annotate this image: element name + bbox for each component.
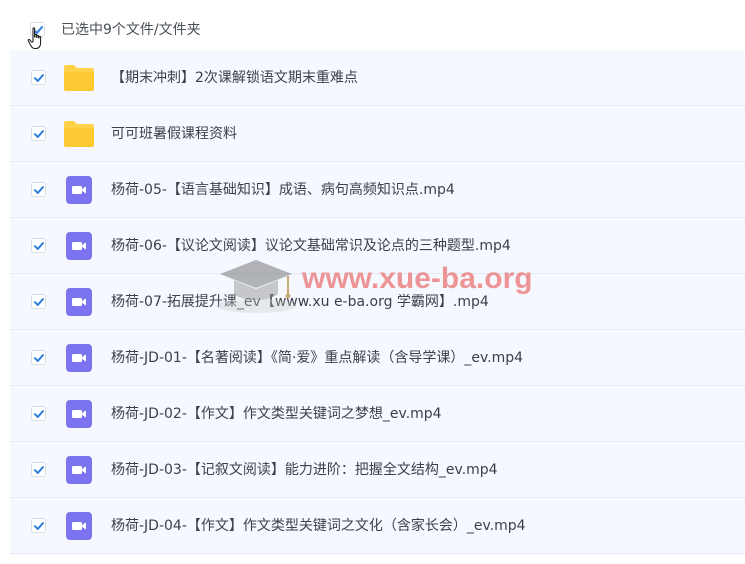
file-name: 【期末冲刺】2次课解锁语文期末重难点 xyxy=(111,70,358,86)
item-checkbox[interactable] xyxy=(31,238,46,253)
checkmark-icon xyxy=(34,466,44,474)
video-file-icon xyxy=(66,344,92,372)
item-checkbox[interactable] xyxy=(31,182,46,197)
checkmark-icon xyxy=(34,410,44,418)
checkmark-icon xyxy=(34,522,44,530)
checkmark-icon xyxy=(34,130,44,138)
checkmark-icon xyxy=(34,74,44,82)
file-name: 杨荷-JD-02-【作文】作文类型关键词之梦想_ev.mp4 xyxy=(111,406,442,422)
file-name: 杨荷-JD-04-【作文】作文类型关键词之文化（含家长会）_ev.mp4 xyxy=(111,518,526,534)
video-file-icon xyxy=(66,232,92,260)
folder-icon xyxy=(64,65,94,91)
list-item[interactable]: 杨荷-07-拓展提升课_ev【www.xu e-ba.org 学霸网】.mp4 xyxy=(10,274,745,330)
video-file-icon xyxy=(66,400,92,428)
file-name: 可可班暑假课程资料 xyxy=(111,126,237,142)
video-file-icon xyxy=(66,176,92,204)
video-file-icon xyxy=(66,512,92,540)
list-item[interactable]: 杨荷-JD-02-【作文】作文类型关键词之梦想_ev.mp4 xyxy=(10,386,745,442)
file-name: 杨荷-JD-01-【名著阅读】《简·爱》重点解读（含导学课）_ev.mp4 xyxy=(111,350,524,366)
checkmark-icon xyxy=(34,354,44,362)
file-name: 杨荷-06-【议论文阅读】议论文基础常识及论点的三种题型.mp4 xyxy=(111,238,511,254)
item-checkbox[interactable] xyxy=(31,126,46,141)
file-name: 杨荷-07-拓展提升课_ev【www.xu e-ba.org 学霸网】.mp4 xyxy=(111,294,489,310)
selection-header: 已选中9个文件/文件夹 xyxy=(0,0,745,50)
item-checkbox[interactable] xyxy=(31,462,46,477)
item-checkbox[interactable] xyxy=(31,350,46,365)
checkmark-icon xyxy=(34,186,44,194)
item-checkbox[interactable] xyxy=(31,406,46,421)
checkmark-icon xyxy=(34,298,44,306)
list-item[interactable]: 杨荷-JD-01-【名著阅读】《简·爱》重点解读（含导学课）_ev.mp4 xyxy=(10,330,745,386)
hand-cursor-icon xyxy=(27,27,42,50)
selected-count-text: 已选中9个文件/文件夹 xyxy=(61,22,201,38)
item-checkbox[interactable] xyxy=(31,294,46,309)
list-item[interactable]: 杨荷-JD-03-【记叙文阅读】能力进阶：把握全文结构_ev.mp4 xyxy=(10,442,745,498)
file-name: 杨荷-05-【语言基础知识】成语、病句高频知识点.mp4 xyxy=(111,182,455,198)
item-checkbox[interactable] xyxy=(31,70,46,85)
list-item[interactable]: 可可班暑假课程资料 xyxy=(10,106,745,162)
file-list: 【期末冲刺】2次课解锁语文期末重难点 可可班暑假课程资料 杨荷-05-【语言基础… xyxy=(10,50,745,554)
file-name: 杨荷-JD-03-【记叙文阅读】能力进阶：把握全文结构_ev.mp4 xyxy=(111,462,498,478)
checkmark-icon xyxy=(34,242,44,250)
list-item[interactable]: 杨荷-06-【议论文阅读】议论文基础常识及论点的三种题型.mp4 xyxy=(10,218,745,274)
list-item[interactable]: 【期末冲刺】2次课解锁语文期末重难点 xyxy=(10,50,745,106)
video-file-icon xyxy=(66,288,92,316)
item-checkbox[interactable] xyxy=(31,518,46,533)
list-item[interactable]: 杨荷-JD-04-【作文】作文类型关键词之文化（含家长会）_ev.mp4 xyxy=(10,498,745,554)
video-file-icon xyxy=(66,456,92,484)
folder-icon xyxy=(64,121,94,147)
file-list-screen: 已选中9个文件/文件夹 【期末冲刺】2次课解锁语文期末重难点 可可班暑假课程资料… xyxy=(0,0,745,564)
list-item[interactable]: 杨荷-05-【语言基础知识】成语、病句高频知识点.mp4 xyxy=(10,162,745,218)
